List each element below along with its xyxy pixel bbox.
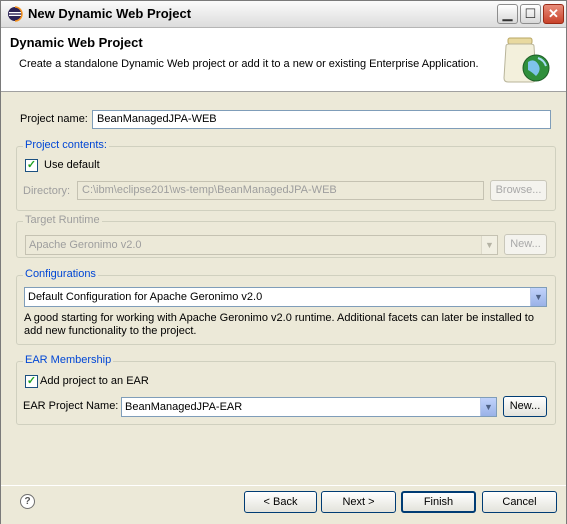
page-title: Dynamic Web Project (10, 35, 143, 50)
checkmark-icon: ✓ (26, 159, 37, 171)
close-button[interactable]: ✕ (543, 4, 564, 24)
checkmark-icon: ✓ (26, 375, 37, 387)
web-project-jar-icon (503, 37, 550, 83)
project-contents-title: Project contents: (23, 139, 109, 151)
cancel-button[interactable]: Cancel (482, 491, 557, 513)
configuration-description-line2: add new functionality to the project. (24, 325, 197, 337)
ear-project-name-label: EAR Project Name: (23, 400, 119, 412)
project-name-input[interactable]: BeanManagedJPA-WEB (92, 110, 551, 129)
target-runtime-group: Target Runtime Apache Geronimo v2.0 ▼ Ne… (16, 214, 556, 258)
chevron-down-icon: ▼ (530, 288, 546, 306)
configuration-description-line1: A good starting for working with Apache … (24, 312, 534, 324)
configuration-value: Default Configuration for Apache Geronim… (28, 291, 263, 303)
finish-button[interactable]: Finish (401, 491, 476, 513)
configuration-select[interactable]: Default Configuration for Apache Geronim… (24, 287, 547, 307)
target-runtime-value: Apache Geronimo v2.0 (29, 239, 142, 251)
minimize-icon: ▁ (502, 6, 513, 21)
eclipse-icon (8, 6, 23, 22)
add-to-ear-checkbox[interactable]: ✓ (25, 375, 38, 388)
directory-label: Directory: (23, 185, 71, 197)
project-contents-group: Project contents: ✓ Use default Director… (16, 139, 556, 211)
target-runtime-new-button[interactable]: New... (504, 234, 547, 255)
configurations-group: Configurations Default Configuration for… (16, 268, 556, 345)
ear-project-value: BeanManagedJPA-EAR (125, 401, 243, 413)
maximize-button[interactable]: ☐ (520, 4, 541, 24)
chevron-down-icon: ▼ (480, 398, 496, 416)
ear-membership-group: EAR Membership ✓ Add project to an EAR E… (16, 354, 556, 425)
maximize-icon: ☐ (524, 6, 537, 21)
add-to-ear-label: Add project to an EAR (40, 375, 149, 387)
ear-membership-title: EAR Membership (23, 354, 114, 366)
title-bar[interactable]: New Dynamic Web Project ▁ ☐ ✕ (1, 1, 566, 28)
ear-project-select[interactable]: BeanManagedJPA-EAR ▼ (121, 397, 497, 417)
close-icon: ✕ (548, 6, 559, 21)
wizard-header: Dynamic Web Project Create a standalone … (1, 28, 566, 92)
chevron-down-icon: ▼ (481, 236, 497, 254)
minimize-button[interactable]: ▁ (497, 4, 518, 24)
window-title: New Dynamic Web Project (28, 6, 192, 21)
directory-input[interactable]: C:\ibm\eclipse201\ws-temp\BeanManagedJPA… (77, 181, 484, 200)
configurations-title: Configurations (23, 268, 98, 280)
dialog-window: New Dynamic Web Project ▁ ☐ ✕ Dynamic We… (0, 0, 567, 524)
help-icon[interactable]: ? (20, 494, 35, 509)
back-button[interactable]: < Back (244, 491, 317, 513)
use-default-checkbox[interactable]: ✓ (25, 159, 38, 172)
use-default-label: Use default (44, 159, 100, 171)
target-runtime-select[interactable]: Apache Geronimo v2.0 ▼ (25, 235, 498, 255)
browse-button[interactable]: Browse... (490, 180, 547, 201)
ear-new-button[interactable]: New... (503, 396, 547, 417)
wizard-content: Project name: BeanManagedJPA-WEB Project… (1, 92, 566, 485)
next-button[interactable]: Next > (321, 491, 396, 513)
target-runtime-title: Target Runtime (23, 214, 102, 226)
project-name-label: Project name: (20, 113, 88, 125)
wizard-footer: ? < Back Next > Finish Cancel (1, 485, 566, 524)
page-description: Create a standalone Dynamic Web project … (19, 58, 479, 70)
